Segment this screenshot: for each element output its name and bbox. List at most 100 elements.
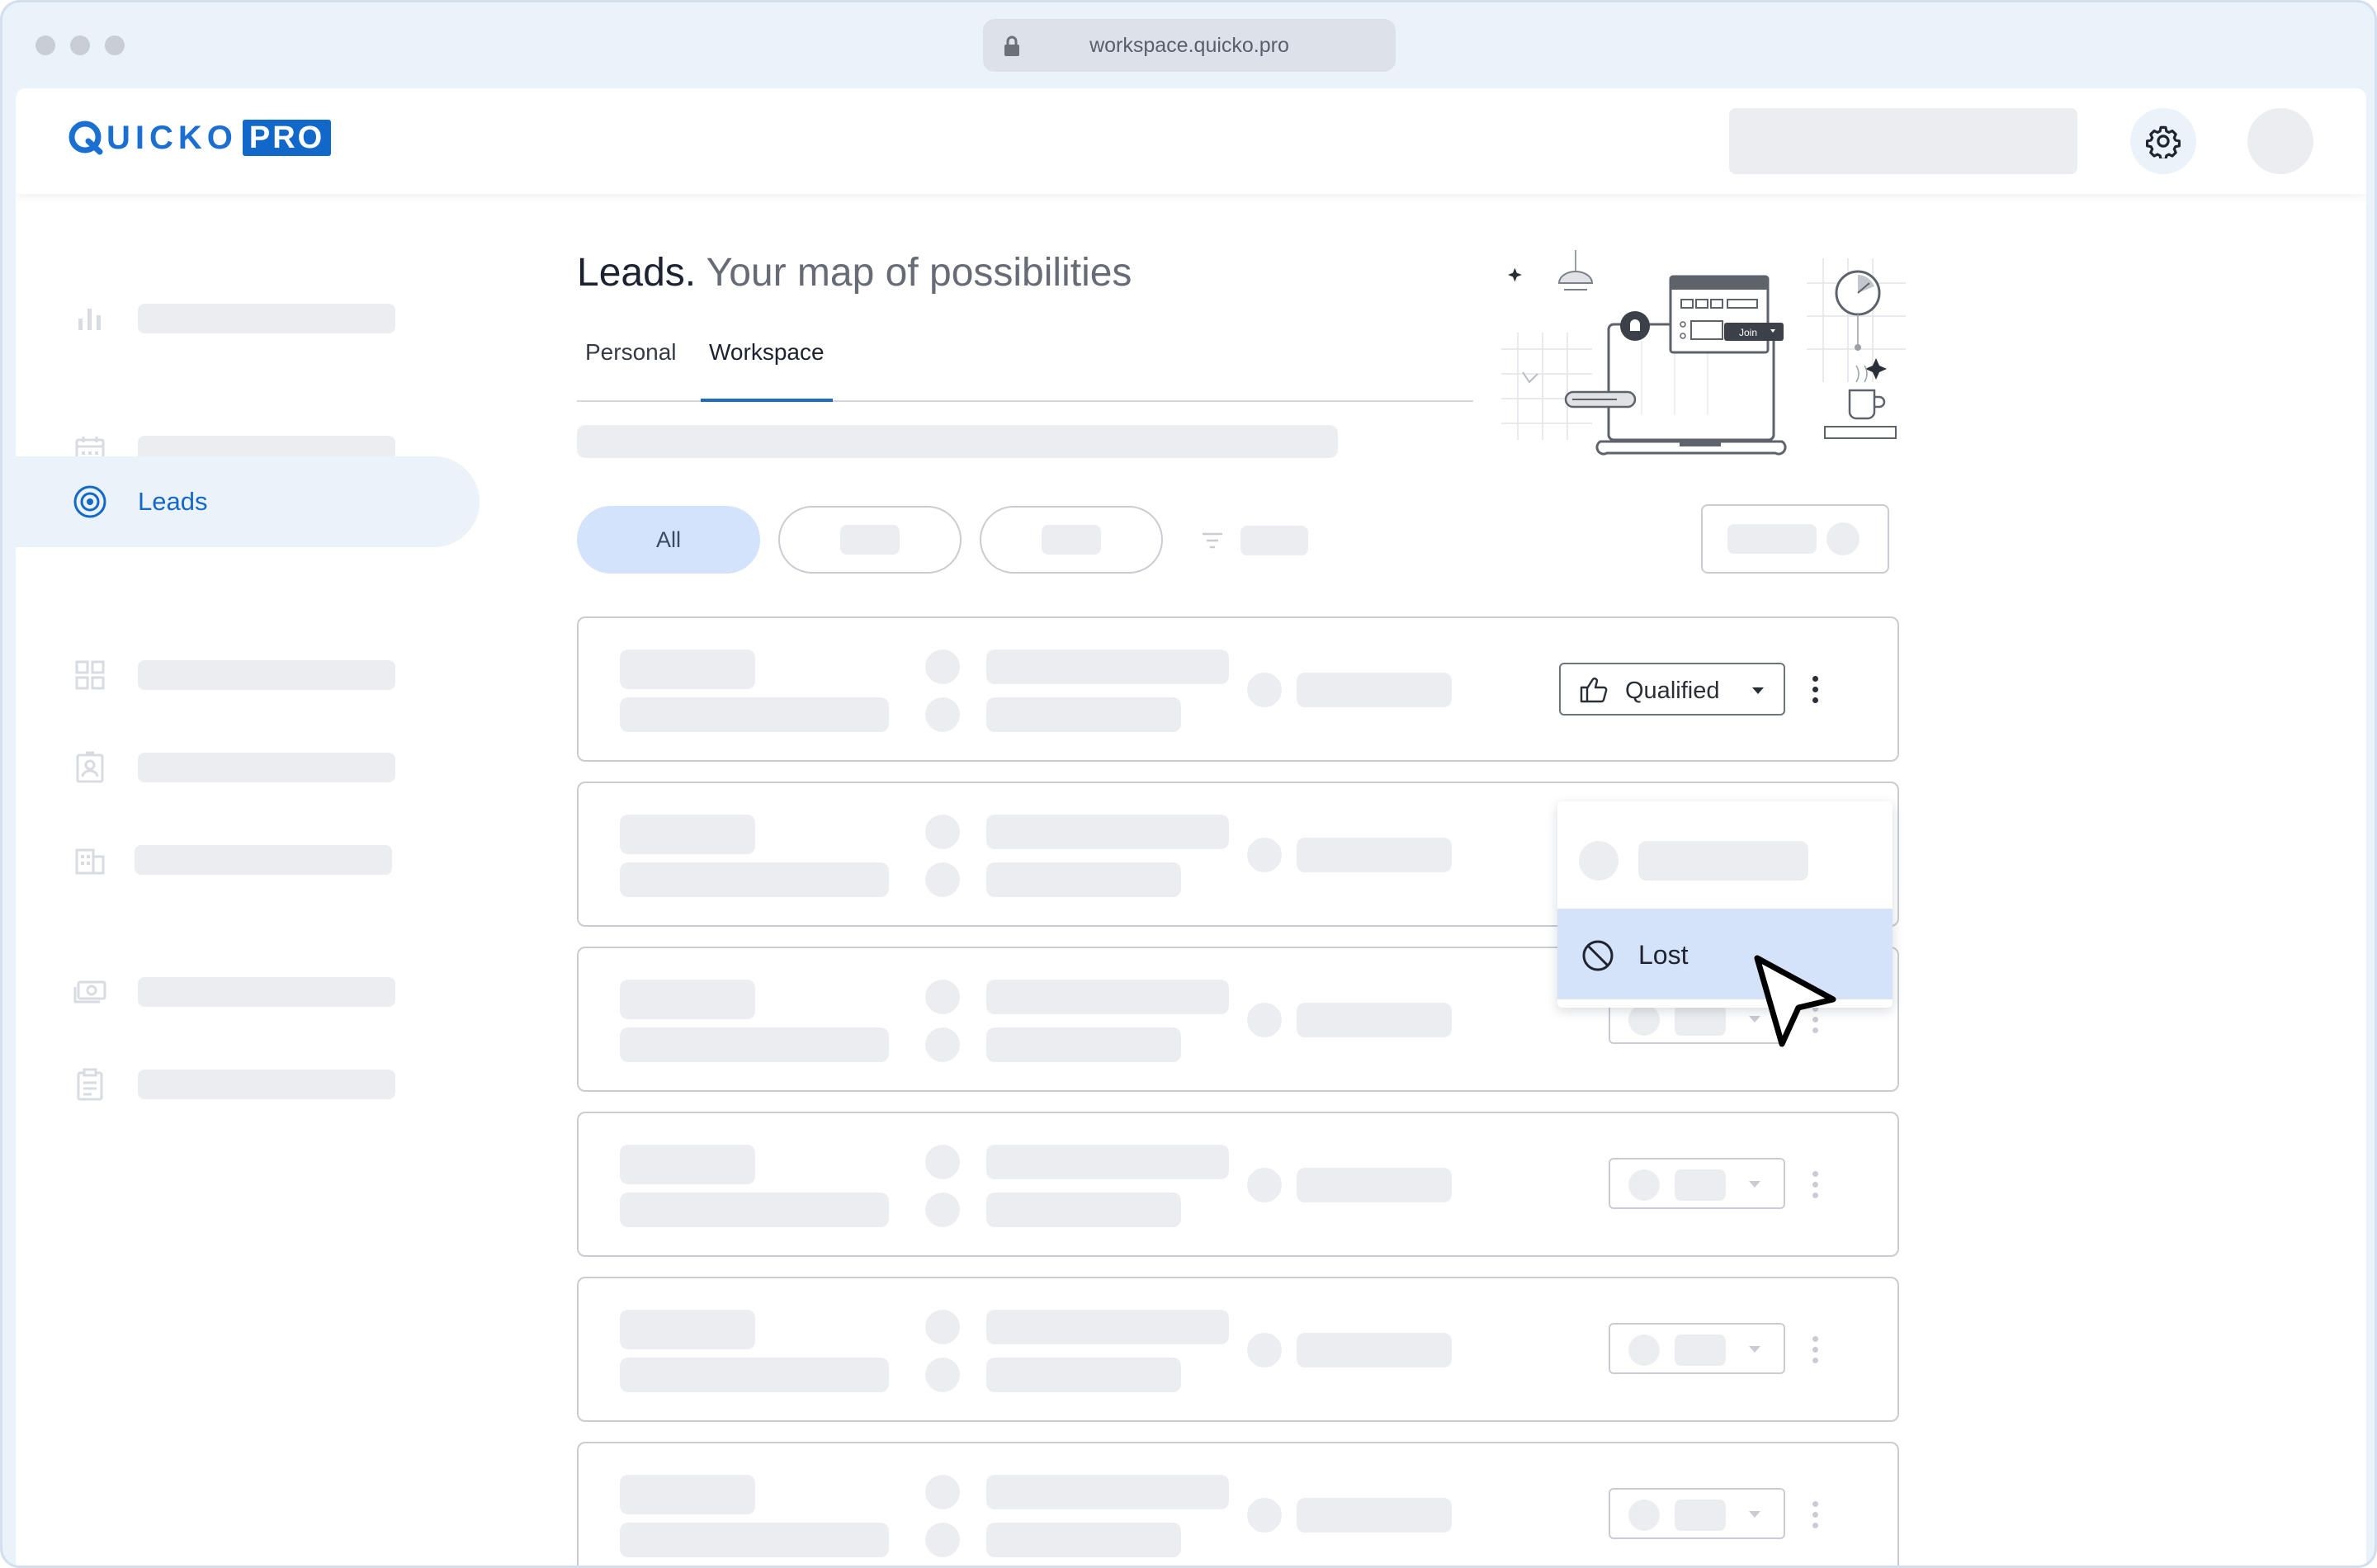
dropdown-item[interactable] <box>1557 801 1893 909</box>
dropdown-item-lost[interactable]: Lost <box>1557 909 1893 999</box>
sidebar-label-placeholder <box>138 753 395 782</box>
contact-text-placeholder <box>986 649 1229 684</box>
contact-avatar-placeholder <box>925 1310 960 1344</box>
lead-row[interactable] <box>577 1112 1899 1257</box>
header-search-placeholder[interactable] <box>1729 108 2077 174</box>
chip-label-placeholder <box>840 525 900 555</box>
sort-label-placeholder <box>1727 524 1817 554</box>
contact-text-placeholder <box>986 862 1181 897</box>
kebab-menu-icon[interactable] <box>1807 1495 1823 1536</box>
page-title-subtitle: Your map of possibilities <box>706 251 1132 295</box>
filter-label-placeholder <box>1240 526 1308 555</box>
status-dropdown-placeholder[interactable] <box>1609 1158 1785 1209</box>
settings-button[interactable] <box>2130 108 2196 174</box>
contact-avatar-placeholder <box>925 697 960 732</box>
lead-name-placeholder <box>620 649 755 689</box>
lead-sub-placeholder <box>620 697 889 732</box>
sidebar-label-placeholder <box>138 304 395 333</box>
status-dropdown-placeholder[interactable] <box>1609 1488 1785 1539</box>
contact-avatar-placeholder <box>925 1145 960 1179</box>
lead-name-placeholder <box>620 980 755 1019</box>
lead-row[interactable] <box>577 1442 1899 1566</box>
workspace-illustration: Join <box>1501 250 1906 456</box>
maximize-window-dot[interactable] <box>105 35 125 55</box>
close-window-dot[interactable] <box>35 35 55 55</box>
owner-text-placeholder <box>1297 1168 1452 1202</box>
contact-text-placeholder <box>986 980 1229 1014</box>
page-title: Leads. Your map of possibilities <box>577 250 1132 295</box>
logo-word: UICKO <box>106 120 238 156</box>
contact-text-placeholder <box>986 815 1229 849</box>
status-dropdown-button[interactable]: Qualified <box>1559 663 1785 716</box>
sidebar-label-placeholder <box>138 977 395 1007</box>
building-icon <box>75 848 105 875</box>
option-label-placeholder <box>1638 841 1808 881</box>
quicko-pro-logo[interactable]: UICKO PRO <box>67 118 332 158</box>
status-dropdown-menu: Lost <box>1557 801 1893 1008</box>
browser-window: workspace.quicko.pro UICKO PRO Leads Lea… <box>0 0 2377 1568</box>
lead-name-placeholder <box>620 1475 755 1514</box>
tab-bar: Personal Workspace <box>577 333 1473 402</box>
lead-sub-placeholder <box>620 1358 889 1392</box>
chevron-down-icon <box>1749 1511 1760 1518</box>
id-badge-icon <box>76 751 104 783</box>
owner-avatar-placeholder <box>1247 1498 1282 1533</box>
bar-chart-icon <box>78 309 101 330</box>
contact-text-placeholder <box>986 1145 1229 1179</box>
sidebar-item-leads[interactable]: Leads <box>16 456 480 547</box>
contact-avatar-placeholder <box>925 1193 960 1227</box>
sidebar-item-analytics[interactable] <box>16 273 478 364</box>
filter-chip[interactable] <box>778 506 962 574</box>
tab-workspace[interactable]: Workspace <box>701 339 833 402</box>
lead-sub-placeholder <box>620 1027 889 1062</box>
kebab-menu-icon[interactable] <box>1807 1329 1823 1371</box>
sidebar-item-label: Leads <box>138 487 208 516</box>
lead-row[interactable] <box>577 1277 1899 1422</box>
contact-text-placeholder <box>986 1475 1229 1509</box>
contact-avatar-placeholder <box>925 1027 960 1062</box>
contact-text-placeholder <box>986 1027 1181 1062</box>
sidebar-item-payments[interactable] <box>16 947 478 1037</box>
ban-icon <box>1582 940 1614 971</box>
filter-chip[interactable] <box>980 506 1163 574</box>
kebab-menu-icon[interactable] <box>1807 1164 1823 1206</box>
sidebar-label-placeholder <box>138 1070 395 1099</box>
chevron-down-icon <box>1749 1346 1760 1353</box>
owner-text-placeholder <box>1297 1003 1452 1037</box>
lead-sub-placeholder <box>620 1523 889 1557</box>
illustration-join-label: Join <box>1739 327 1757 338</box>
sidebar-item-dashboard[interactable] <box>16 630 478 720</box>
filter-icon[interactable] <box>1198 526 1227 555</box>
contact-avatar-placeholder <box>925 862 960 897</box>
contact-avatar-placeholder <box>925 980 960 1014</box>
lead-row[interactable]: Qualified <box>577 616 1899 762</box>
contact-avatar-placeholder <box>925 1523 960 1557</box>
thumbs-up-icon <box>1580 678 1608 703</box>
grid-icon <box>75 660 105 690</box>
sort-control[interactable] <box>1701 504 1889 574</box>
address-bar[interactable]: workspace.quicko.pro <box>983 19 1396 72</box>
owner-avatar-placeholder <box>1247 673 1282 707</box>
sidebar-item-companies[interactable] <box>16 815 478 905</box>
owner-text-placeholder <box>1297 1498 1452 1533</box>
window-controls <box>35 35 125 55</box>
top-header: UICKO PRO <box>16 88 2366 194</box>
sidebar-item-reports[interactable] <box>16 1039 478 1130</box>
dropdown-item-label: Lost <box>1638 940 1689 970</box>
kebab-menu-icon[interactable] <box>1807 669 1823 711</box>
minimize-window-dot[interactable] <box>70 35 90 55</box>
owner-avatar-placeholder <box>1247 1333 1282 1367</box>
filter-chip-all[interactable]: All <box>577 506 760 574</box>
status-dropdown-placeholder[interactable] <box>1609 1323 1785 1374</box>
owner-avatar-placeholder <box>1247 1168 1282 1202</box>
owner-text-placeholder <box>1297 673 1452 707</box>
logo-pro-badge: PRO <box>242 120 332 156</box>
tab-personal[interactable]: Personal <box>577 339 685 400</box>
chip-label-placeholder <box>1042 525 1101 555</box>
mouse-pointer-icon <box>1754 955 1836 1047</box>
user-avatar[interactable] <box>2247 108 2313 174</box>
lead-sub-placeholder <box>620 1193 889 1227</box>
chevron-down-icon <box>1749 1181 1760 1188</box>
sidebar-item-contacts[interactable] <box>16 722 478 813</box>
clipboard-icon <box>77 1068 103 1101</box>
